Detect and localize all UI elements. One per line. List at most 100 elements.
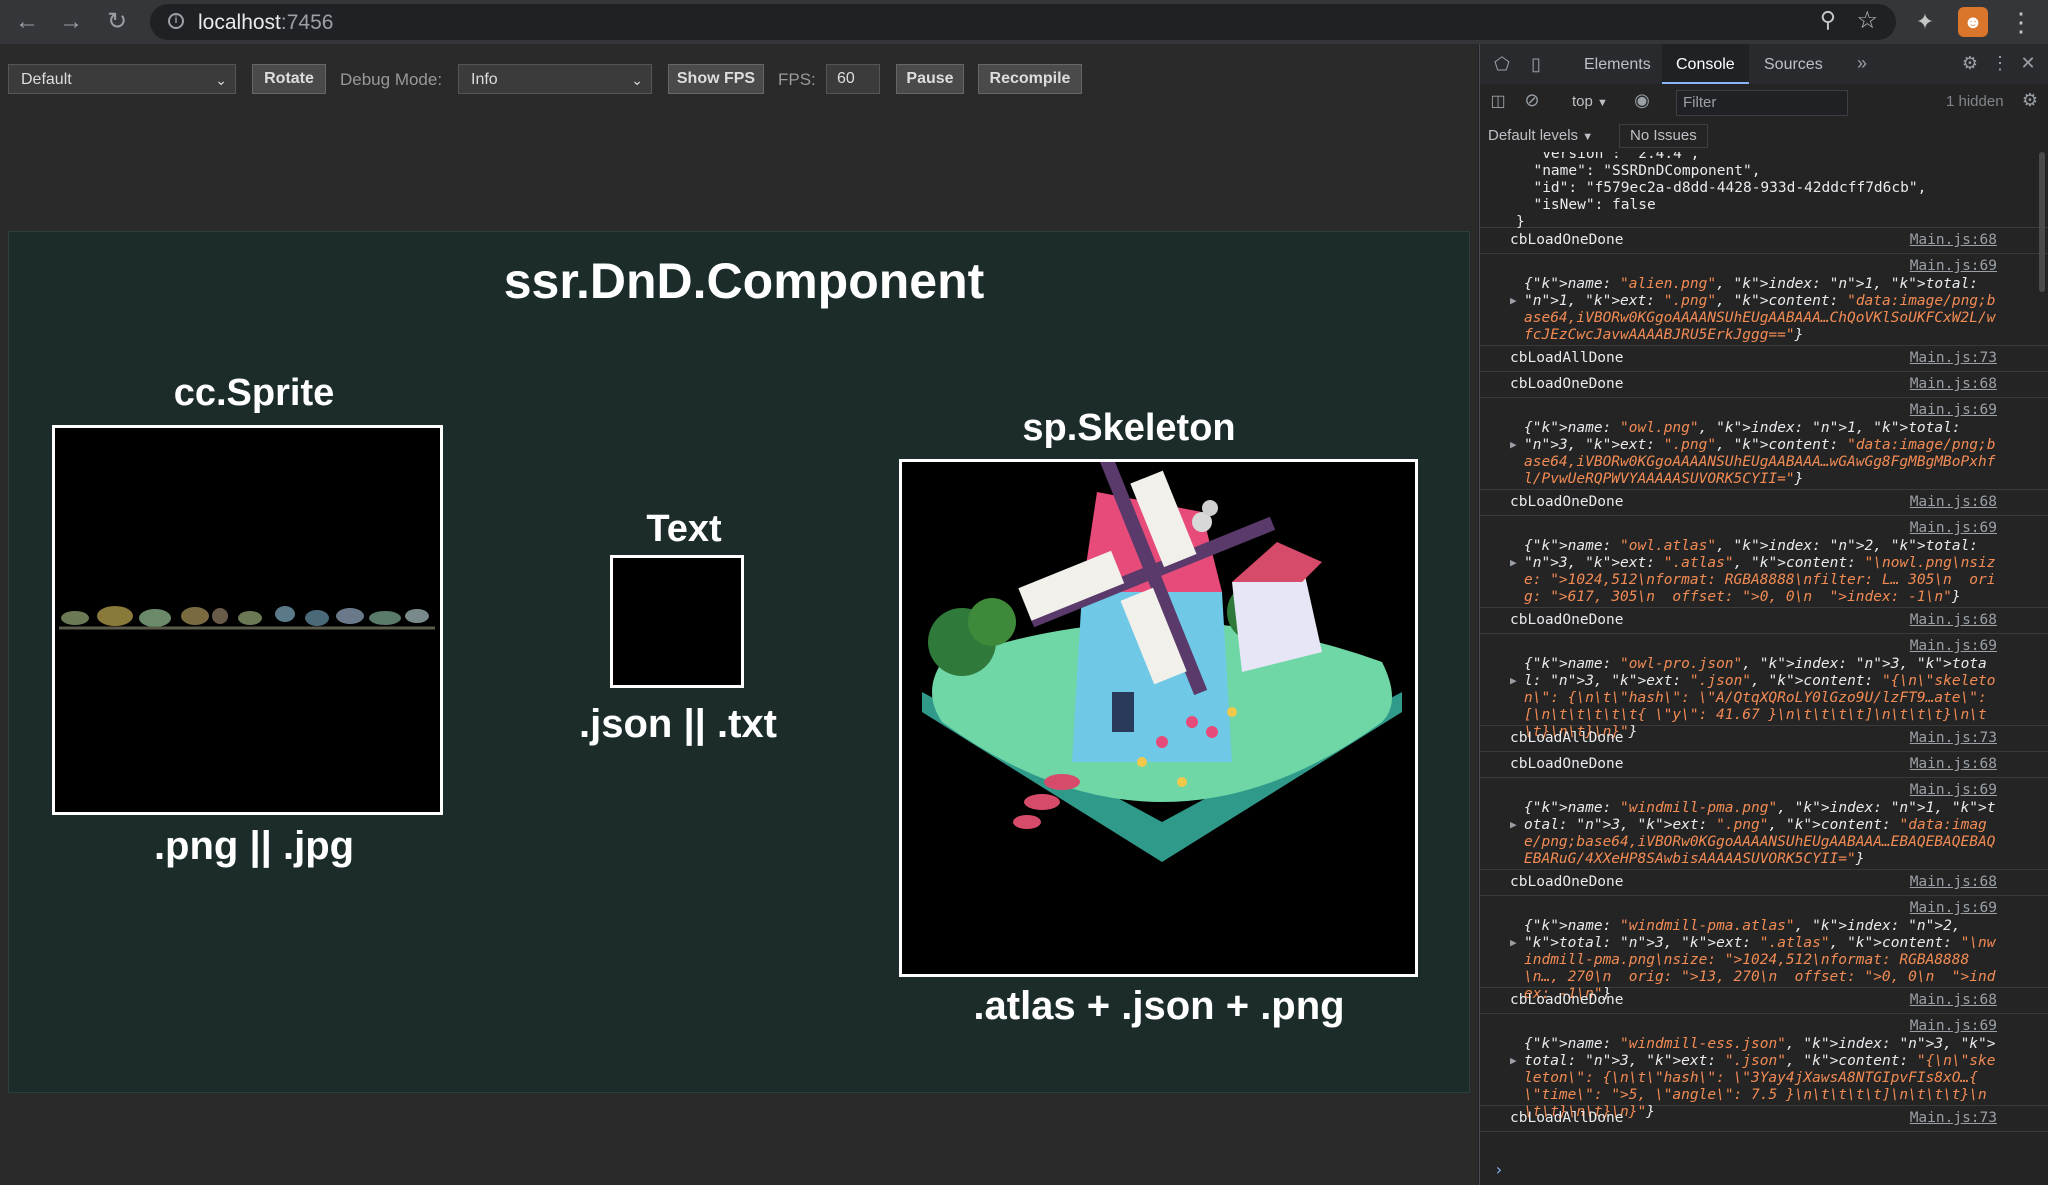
console-log-row[interactable]: Main.js:68 cbLoadOneDone — [1480, 490, 2048, 516]
show-fps-button[interactable]: Show FPS — [668, 64, 764, 94]
gear-icon[interactable]: ⚙ — [1958, 53, 1982, 74]
chevron-down-icon: ⌄ — [215, 72, 227, 88]
source-link[interactable]: Main.js:69 — [1910, 638, 1997, 654]
source-link[interactable]: Main.js:69 — [1910, 402, 1997, 418]
console-object-row[interactable]: Main.js:69 ▶ {"k">name: "alien.png", "k">i… — [1480, 254, 2048, 346]
source-link[interactable]: Main.js:68 — [1910, 494, 1997, 510]
console-output[interactable]: "version": "2.4.4", "name": "SSRDnDCompo… — [1480, 152, 2048, 1185]
context-select[interactable]: top ▼ — [1572, 93, 1608, 110]
source-link[interactable]: Main.js:73 — [1910, 350, 1997, 366]
eye-icon[interactable]: ◉ — [1630, 90, 1654, 111]
console-log-row[interactable]: Main.js:68 cbLoadOneDone — [1480, 608, 2048, 634]
console-log-row[interactable]: Main.js:68 cbLoadOneDone — [1480, 228, 2048, 254]
sidebar-toggle-icon[interactable]: ◫ — [1486, 91, 1510, 111]
console-prompt[interactable]: › — [1494, 1160, 1504, 1179]
console-object-row[interactable]: Main.js:69 ▶ {"k">name: "windmill-ess.json… — [1480, 1014, 2048, 1120]
forward-icon[interactable]: → — [56, 7, 86, 37]
recompile-button[interactable]: Recompile — [978, 64, 1082, 94]
puzzle-icon[interactable]: ✦ — [1910, 7, 1940, 37]
source-link[interactable]: Main.js:69 — [1910, 782, 1997, 798]
source-link[interactable]: Main.js:68 — [1910, 756, 1997, 772]
debug-mode-select[interactable]: Info ⌄ — [458, 64, 652, 94]
console-log-text: cbLoadOneDone — [1510, 494, 1624, 510]
inspect-icon[interactable]: ⬠ — [1490, 54, 1514, 75]
windmill-skeleton-image — [922, 448, 1402, 862]
expand-arrow-icon[interactable]: ▶ — [1510, 936, 1517, 949]
console-object-row[interactable]: Main.js:69 ▶ {"k">name: "owl.png", "k">ind… — [1480, 398, 2048, 490]
source-link[interactable]: Main.js:69 — [1910, 1018, 1997, 1034]
console-object-row[interactable]: Main.js:69 ▶ {"k">name: "owl.atlas", "k">i… — [1480, 516, 2048, 608]
source-link[interactable]: Main.js:68 — [1910, 874, 1997, 890]
device-toggle-icon[interactable]: ▯ — [1524, 54, 1548, 75]
console-object-row[interactable]: Main.js:69 ▶ {"k">name: "owl-pro.json", "k… — [1480, 634, 2048, 740]
info-icon[interactable]: i — [168, 13, 184, 29]
fps-input[interactable]: 60 — [826, 64, 880, 94]
preview-toolbar: Default ⌄ Rotate Debug Mode: Info ⌄ Show F… — [0, 52, 1478, 94]
caret-down-icon: ▼ — [1597, 97, 1608, 109]
source-link[interactable]: Main.js:68 — [1910, 612, 1997, 628]
source-link[interactable]: Main.js:73 — [1910, 1110, 1997, 1126]
debug-mode-label: Debug Mode: — [340, 70, 443, 89]
pause-button[interactable]: Pause — [896, 64, 964, 94]
source-link[interactable]: Main.js:68 — [1910, 376, 1997, 392]
devtools-tab-bar: ⬠ ▯ Elements Console Sources » ⚙ ⋮ ✕ — [1480, 44, 2048, 85]
source-link[interactable]: Main.js:73 — [1910, 730, 1997, 746]
console-log-row[interactable]: Main.js:73 cbLoadAllDone — [1480, 726, 2048, 752]
sprite-node[interactable] — [52, 425, 443, 815]
filter-input[interactable]: Filter — [1676, 90, 1848, 116]
address-bar[interactable]: i localhost:7456 ⚲ ☆ — [150, 4, 1896, 40]
back-icon[interactable]: ← — [12, 7, 42, 37]
game-canvas[interactable]: ssr.DnD.Component cc.Sprite .png || .jpg… — [8, 231, 1470, 1093]
reload-icon[interactable]: ↻ — [102, 7, 132, 37]
console-object-text: {"k">name: "owl.atlas", "k">index: "n">2… — [1524, 538, 1996, 605]
console-object-row[interactable]: Main.js:69 ▶ {"k">name: "windmill-pma.atla… — [1480, 896, 2048, 1002]
more-tabs-icon[interactable]: » — [1850, 53, 1874, 74]
skeleton-node[interactable] — [899, 448, 1418, 977]
clear-console-icon[interactable]: ⊘ — [1520, 90, 1544, 111]
console-scrollbar[interactable] — [2039, 152, 2045, 292]
issues-button[interactable]: No Issues — [1619, 124, 1708, 148]
url-text[interactable]: localhost:7456 — [198, 11, 333, 35]
tab-elements[interactable]: Elements — [1570, 44, 1665, 84]
levels-select[interactable]: Default levels ▼ — [1488, 127, 1593, 144]
levels-value: Default levels — [1488, 127, 1579, 144]
debug-mode-value: Info — [471, 71, 498, 88]
text-ext-label: .json || .txt — [579, 702, 777, 746]
console-log-row[interactable]: Main.js:68 cbLoadOneDone — [1480, 988, 2048, 1014]
console-log-row[interactable]: Main.js:68 cbLoadOneDone — [1480, 752, 2048, 778]
source-link[interactable]: Main.js:69 — [1910, 520, 1997, 536]
zoom-icon[interactable]: ⚲ — [1820, 7, 1836, 33]
console-log-row[interactable]: Main.js:73 cbLoadAllDone — [1480, 1106, 2048, 1132]
expand-arrow-icon[interactable]: ▶ — [1510, 294, 1517, 307]
fps-label: FPS: — [778, 70, 816, 89]
device-select-value: Default — [21, 71, 72, 88]
console-log-row[interactable]: Main.js:68 cbLoadOneDone — [1480, 372, 2048, 398]
tab-console[interactable]: Console — [1662, 44, 1749, 84]
expand-arrow-icon[interactable]: ▶ — [1510, 818, 1517, 831]
source-link[interactable]: Main.js:68 — [1910, 232, 1997, 248]
console-log-text: cbLoadOneDone — [1510, 756, 1624, 772]
expand-arrow-icon[interactable]: ▶ — [1510, 1054, 1517, 1067]
console-log-text: cbLoadAllDone — [1510, 350, 1624, 366]
chevron-down-icon: ⌄ — [631, 72, 643, 88]
text-node[interactable] — [610, 555, 744, 688]
star-icon[interactable]: ☆ — [1856, 6, 1878, 35]
tab-sources[interactable]: Sources — [1750, 44, 1837, 84]
source-link[interactable]: Main.js:69 — [1910, 900, 1997, 916]
expand-arrow-icon[interactable]: ▶ — [1510, 674, 1517, 687]
avatar-icon[interactable]: ☻ — [1958, 7, 1988, 37]
expand-arrow-icon[interactable]: ▶ — [1510, 556, 1517, 569]
device-select[interactable]: Default ⌄ — [8, 64, 236, 94]
menu-icon[interactable]: ⋮ — [2006, 7, 2036, 37]
console-settings-icon[interactable]: ⚙ — [2018, 90, 2042, 111]
rotate-button[interactable]: Rotate — [252, 64, 326, 94]
console-object-row[interactable]: Main.js:69 ▶ {"k">name: "windmill-pma.png"… — [1480, 778, 2048, 870]
close-icon[interactable]: ✕ — [2016, 53, 2040, 74]
expand-arrow-icon[interactable]: ▶ — [1510, 438, 1517, 451]
sprite-label: cc.Sprite — [173, 372, 335, 414]
source-link[interactable]: Main.js:68 — [1910, 992, 1997, 1008]
console-log-row[interactable]: Main.js:68 cbLoadOneDone — [1480, 870, 2048, 896]
source-link[interactable]: Main.js:69 — [1910, 258, 1997, 274]
console-log-row[interactable]: Main.js:73 cbLoadAllDone — [1480, 346, 2048, 372]
kebab-menu-icon[interactable]: ⋮ — [1988, 53, 2012, 74]
